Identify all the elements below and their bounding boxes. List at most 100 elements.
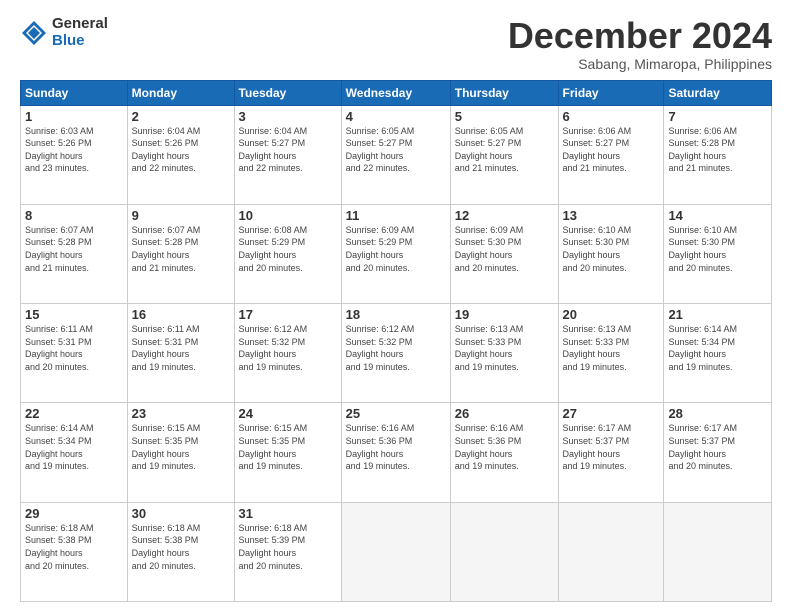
day-info: Sunrise: 6:10 AMSunset: 5:30 PMDaylight … (563, 225, 632, 273)
table-row: 19 Sunrise: 6:13 AMSunset: 5:33 PMDaylig… (450, 304, 558, 403)
day-info: Sunrise: 6:18 AMSunset: 5:39 PMDaylight … (239, 523, 308, 571)
location: Sabang, Mimaropa, Philippines (508, 56, 772, 72)
day-number: 19 (455, 307, 554, 322)
calendar-week-row: 8 Sunrise: 6:07 AMSunset: 5:28 PMDayligh… (21, 204, 772, 303)
day-number: 12 (455, 208, 554, 223)
table-row: 29 Sunrise: 6:18 AMSunset: 5:38 PMDaylig… (21, 502, 128, 601)
table-row: 12 Sunrise: 6:09 AMSunset: 5:30 PMDaylig… (450, 204, 558, 303)
day-number: 10 (239, 208, 337, 223)
col-sunday: Sunday (21, 80, 128, 105)
day-number: 26 (455, 406, 554, 421)
day-info: Sunrise: 6:14 AMSunset: 5:34 PMDaylight … (25, 423, 94, 471)
logo-text: General Blue (52, 16, 108, 49)
table-row: 11 Sunrise: 6:09 AMSunset: 5:29 PMDaylig… (341, 204, 450, 303)
table-row: 18 Sunrise: 6:12 AMSunset: 5:32 PMDaylig… (341, 304, 450, 403)
day-info: Sunrise: 6:17 AMSunset: 5:37 PMDaylight … (563, 423, 632, 471)
day-info: Sunrise: 6:04 AMSunset: 5:26 PMDaylight … (132, 126, 201, 174)
day-number: 7 (668, 109, 767, 124)
day-info: Sunrise: 6:07 AMSunset: 5:28 PMDaylight … (132, 225, 201, 273)
day-info: Sunrise: 6:17 AMSunset: 5:37 PMDaylight … (668, 423, 737, 471)
day-number: 11 (346, 208, 446, 223)
day-info: Sunrise: 6:12 AMSunset: 5:32 PMDaylight … (346, 324, 415, 372)
day-number: 15 (25, 307, 123, 322)
day-number: 17 (239, 307, 337, 322)
day-info: Sunrise: 6:05 AMSunset: 5:27 PMDaylight … (346, 126, 415, 174)
day-number: 5 (455, 109, 554, 124)
table-row: 1 Sunrise: 6:03 AMSunset: 5:26 PMDayligh… (21, 105, 128, 204)
table-row: 28 Sunrise: 6:17 AMSunset: 5:37 PMDaylig… (664, 403, 772, 502)
logo: General Blue (20, 16, 108, 49)
table-row (664, 502, 772, 601)
day-number: 31 (239, 506, 337, 521)
table-row: 10 Sunrise: 6:08 AMSunset: 5:29 PMDaylig… (234, 204, 341, 303)
day-number: 28 (668, 406, 767, 421)
logo-blue: Blue (52, 33, 108, 50)
day-info: Sunrise: 6:16 AMSunset: 5:36 PMDaylight … (455, 423, 524, 471)
day-number: 3 (239, 109, 337, 124)
table-row: 20 Sunrise: 6:13 AMSunset: 5:33 PMDaylig… (558, 304, 664, 403)
table-row: 14 Sunrise: 6:10 AMSunset: 5:30 PMDaylig… (664, 204, 772, 303)
day-number: 14 (668, 208, 767, 223)
day-number: 20 (563, 307, 660, 322)
table-row: 6 Sunrise: 6:06 AMSunset: 5:27 PMDayligh… (558, 105, 664, 204)
col-saturday: Saturday (664, 80, 772, 105)
day-info: Sunrise: 6:15 AMSunset: 5:35 PMDaylight … (132, 423, 201, 471)
table-row: 21 Sunrise: 6:14 AMSunset: 5:34 PMDaylig… (664, 304, 772, 403)
day-number: 9 (132, 208, 230, 223)
day-number: 6 (563, 109, 660, 124)
day-info: Sunrise: 6:18 AMSunset: 5:38 PMDaylight … (25, 523, 94, 571)
day-info: Sunrise: 6:08 AMSunset: 5:29 PMDaylight … (239, 225, 308, 273)
day-info: Sunrise: 6:07 AMSunset: 5:28 PMDaylight … (25, 225, 94, 273)
table-row: 17 Sunrise: 6:12 AMSunset: 5:32 PMDaylig… (234, 304, 341, 403)
calendar-table: Sunday Monday Tuesday Wednesday Thursday… (20, 80, 772, 602)
day-number: 4 (346, 109, 446, 124)
day-info: Sunrise: 6:05 AMSunset: 5:27 PMDaylight … (455, 126, 524, 174)
day-number: 21 (668, 307, 767, 322)
day-number: 30 (132, 506, 230, 521)
day-info: Sunrise: 6:09 AMSunset: 5:29 PMDaylight … (346, 225, 415, 273)
table-row: 7 Sunrise: 6:06 AMSunset: 5:28 PMDayligh… (664, 105, 772, 204)
page: General Blue December 2024 Sabang, Mimar… (0, 0, 792, 612)
table-row: 31 Sunrise: 6:18 AMSunset: 5:39 PMDaylig… (234, 502, 341, 601)
title-block: December 2024 Sabang, Mimaropa, Philippi… (508, 16, 772, 72)
day-info: Sunrise: 6:06 AMSunset: 5:28 PMDaylight … (668, 126, 737, 174)
table-row: 2 Sunrise: 6:04 AMSunset: 5:26 PMDayligh… (127, 105, 234, 204)
day-number: 25 (346, 406, 446, 421)
day-info: Sunrise: 6:13 AMSunset: 5:33 PMDaylight … (455, 324, 524, 372)
day-info: Sunrise: 6:11 AMSunset: 5:31 PMDaylight … (25, 324, 93, 372)
day-number: 22 (25, 406, 123, 421)
table-row: 25 Sunrise: 6:16 AMSunset: 5:36 PMDaylig… (341, 403, 450, 502)
table-row: 4 Sunrise: 6:05 AMSunset: 5:27 PMDayligh… (341, 105, 450, 204)
day-info: Sunrise: 6:15 AMSunset: 5:35 PMDaylight … (239, 423, 308, 471)
table-row: 22 Sunrise: 6:14 AMSunset: 5:34 PMDaylig… (21, 403, 128, 502)
day-info: Sunrise: 6:14 AMSunset: 5:34 PMDaylight … (668, 324, 737, 372)
day-number: 8 (25, 208, 123, 223)
day-number: 27 (563, 406, 660, 421)
day-info: Sunrise: 6:09 AMSunset: 5:30 PMDaylight … (455, 225, 524, 273)
day-info: Sunrise: 6:03 AMSunset: 5:26 PMDaylight … (25, 126, 94, 174)
table-row (341, 502, 450, 601)
table-row: 23 Sunrise: 6:15 AMSunset: 5:35 PMDaylig… (127, 403, 234, 502)
day-info: Sunrise: 6:06 AMSunset: 5:27 PMDaylight … (563, 126, 632, 174)
table-row: 24 Sunrise: 6:15 AMSunset: 5:35 PMDaylig… (234, 403, 341, 502)
day-info: Sunrise: 6:16 AMSunset: 5:36 PMDaylight … (346, 423, 415, 471)
table-row: 3 Sunrise: 6:04 AMSunset: 5:27 PMDayligh… (234, 105, 341, 204)
col-wednesday: Wednesday (341, 80, 450, 105)
day-info: Sunrise: 6:10 AMSunset: 5:30 PMDaylight … (668, 225, 737, 273)
day-number: 18 (346, 307, 446, 322)
calendar-header-row: Sunday Monday Tuesday Wednesday Thursday… (21, 80, 772, 105)
logo-general: General (52, 16, 108, 33)
day-number: 29 (25, 506, 123, 521)
table-row: 5 Sunrise: 6:05 AMSunset: 5:27 PMDayligh… (450, 105, 558, 204)
calendar-week-row: 22 Sunrise: 6:14 AMSunset: 5:34 PMDaylig… (21, 403, 772, 502)
day-info: Sunrise: 6:04 AMSunset: 5:27 PMDaylight … (239, 126, 308, 174)
day-number: 13 (563, 208, 660, 223)
header: General Blue December 2024 Sabang, Mimar… (20, 16, 772, 72)
day-info: Sunrise: 6:11 AMSunset: 5:31 PMDaylight … (132, 324, 200, 372)
table-row: 30 Sunrise: 6:18 AMSunset: 5:38 PMDaylig… (127, 502, 234, 601)
day-number: 1 (25, 109, 123, 124)
col-monday: Monday (127, 80, 234, 105)
table-row: 9 Sunrise: 6:07 AMSunset: 5:28 PMDayligh… (127, 204, 234, 303)
calendar-week-row: 1 Sunrise: 6:03 AMSunset: 5:26 PMDayligh… (21, 105, 772, 204)
table-row: 16 Sunrise: 6:11 AMSunset: 5:31 PMDaylig… (127, 304, 234, 403)
